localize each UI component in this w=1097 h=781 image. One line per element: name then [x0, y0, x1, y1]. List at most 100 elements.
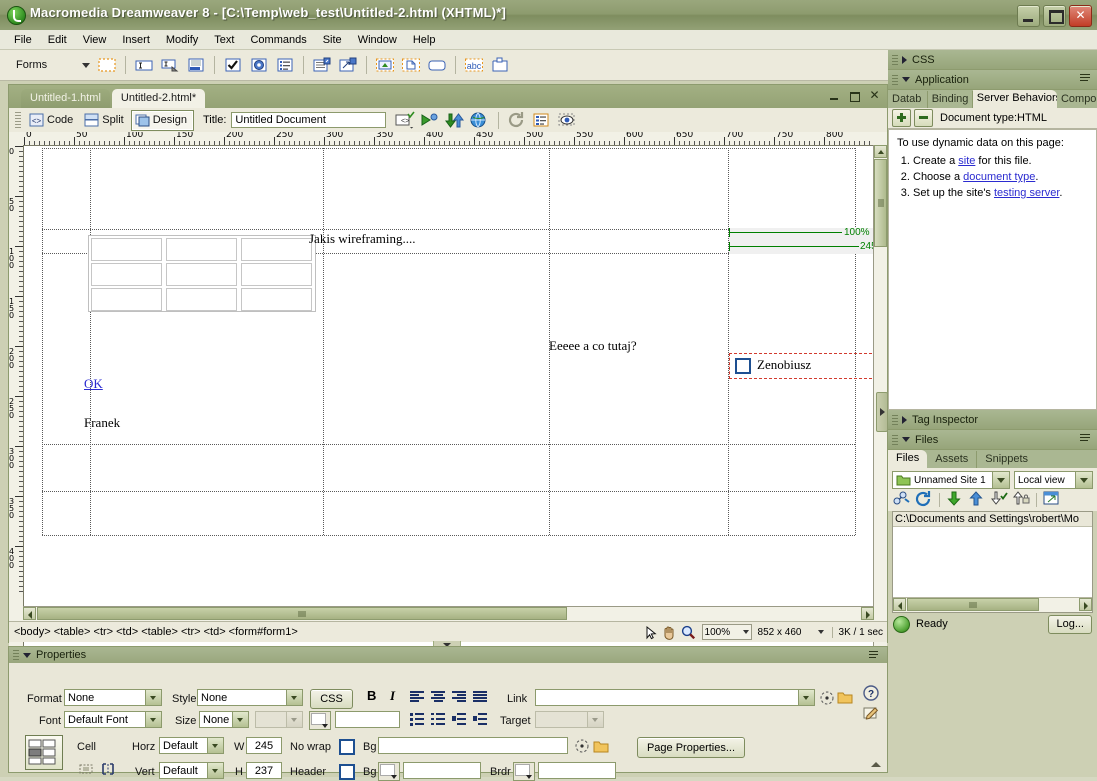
- select-arrow-icon[interactable]: [641, 624, 660, 641]
- scroll-right-button[interactable]: [861, 607, 874, 620]
- tab-bindings[interactable]: Binding: [928, 91, 973, 108]
- ruler-corner[interactable]: [9, 132, 24, 146]
- triangle-down-icon[interactable]: [23, 652, 31, 658]
- window-size-selector[interactable]: 852 x 460: [756, 624, 826, 640]
- quick-tag-editor-icon[interactable]: [863, 705, 879, 724]
- zoom-selector[interactable]: 100%: [701, 624, 752, 640]
- refresh-icon[interactable]: [507, 111, 528, 130]
- menu-commands[interactable]: Commands: [242, 32, 314, 48]
- horizontal-ruler[interactable]: 0 50 100 150 200 250 300 350 400 450 500 550 600 650 7…: [23, 132, 887, 146]
- tab-components[interactable]: Compo: [1057, 91, 1097, 108]
- fieldset-icon[interactable]: [489, 55, 511, 75]
- panel-grip[interactable]: [892, 74, 898, 85]
- panel-grip[interactable]: [892, 414, 898, 425]
- panel-menu-icon[interactable]: [1080, 434, 1092, 444]
- insert-category-selector[interactable]: Forms: [16, 59, 94, 71]
- document-tab-untitled-2[interactable]: Untitled-2.html*: [111, 89, 206, 109]
- browse-folder-icon[interactable]: [593, 739, 609, 756]
- split-view-button[interactable]: Split: [80, 110, 130, 131]
- table-cell[interactable]: [166, 263, 237, 286]
- format-combo[interactable]: None: [64, 689, 162, 706]
- document-close-icon[interactable]: ✕: [868, 89, 881, 102]
- close-icon[interactable]: ✕: [1069, 5, 1092, 27]
- text-color-swatch[interactable]: [309, 711, 331, 730]
- style-combo[interactable]: None: [197, 689, 303, 706]
- page-properties-button[interactable]: Page Properties...: [637, 737, 745, 758]
- file-management-icon[interactable]: <>: [394, 111, 416, 130]
- wireframing-text[interactable]: Jakis wireframing....: [309, 231, 416, 247]
- italic-button[interactable]: I: [390, 688, 395, 704]
- tab-files[interactable]: Files: [888, 450, 928, 468]
- align-left-icon[interactable]: [410, 691, 424, 703]
- view-selector[interactable]: Local view: [1014, 471, 1093, 489]
- cell-width-field[interactable]: 245: [246, 737, 282, 754]
- image-field-nav-icon[interactable]: [337, 55, 359, 75]
- outdent-icon[interactable]: [452, 713, 466, 725]
- plus-button-icon[interactable]: [892, 109, 911, 127]
- text-color-field[interactable]: [335, 711, 400, 728]
- globe-icon[interactable]: [469, 111, 490, 130]
- connect-to-remote-host-icon[interactable]: [892, 490, 912, 510]
- eeeee-text[interactable]: Eeeee a co tutaj?: [549, 338, 637, 354]
- panel-grip[interactable]: [892, 434, 898, 445]
- application-panel-header[interactable]: Application: [888, 70, 1097, 90]
- table-cell[interactable]: [166, 288, 237, 311]
- design-view-button[interactable]: Design: [130, 109, 194, 131]
- minus-button-icon[interactable]: [914, 109, 933, 127]
- scroll-right-button[interactable]: [1079, 598, 1092, 611]
- bg-image-field[interactable]: [378, 737, 568, 754]
- label-icon[interactable]: abc: [463, 55, 485, 75]
- preview-in-browser-icon[interactable]: [419, 111, 440, 130]
- table-cell[interactable]: [91, 263, 162, 286]
- menu-edit[interactable]: Edit: [40, 32, 75, 48]
- ordered-list-icon[interactable]: [431, 713, 445, 725]
- vertical-scroll-thumb[interactable]: [874, 159, 887, 247]
- menu-site[interactable]: Site: [315, 32, 350, 48]
- vertical-ruler[interactable]: 0 50 100 150 200 250 300 350 400: [9, 145, 24, 693]
- bold-button[interactable]: B: [367, 688, 376, 703]
- scroll-left-button[interactable]: [893, 598, 906, 611]
- tab-databases[interactable]: Datab: [888, 91, 928, 108]
- css-panel-header[interactable]: CSS: [888, 50, 1097, 70]
- table-cell[interactable]: [241, 263, 312, 286]
- point-to-file-icon[interactable]: [574, 738, 590, 757]
- header-checkbox[interactable]: [339, 764, 355, 780]
- tab-server-behaviors[interactable]: Server Behaviors: [972, 90, 1057, 108]
- text-field-icon[interactable]: [133, 55, 155, 75]
- table-mode-icon[interactable]: [25, 735, 63, 770]
- menu-modify[interactable]: Modify: [158, 32, 206, 48]
- code-view-button[interactable]: <> Code: [25, 110, 80, 131]
- tag-selector[interactable]: <body> <table> <tr> <td> <table> <tr> <t…: [14, 626, 298, 638]
- franek-text[interactable]: Franek: [84, 415, 120, 431]
- check-in-icon[interactable]: [1011, 490, 1031, 510]
- panel-menu-icon[interactable]: [1080, 74, 1092, 84]
- css-toggle-button[interactable]: CSS: [310, 689, 353, 709]
- point-to-file-icon[interactable]: [819, 690, 835, 709]
- help-icon[interactable]: ?: [863, 685, 879, 704]
- bg-color-field[interactable]: [403, 762, 481, 779]
- target-combo[interactable]: [535, 711, 604, 728]
- hidden-field-icon[interactable]: [185, 55, 207, 75]
- table-cell[interactable]: [241, 288, 312, 311]
- get-put-files-icon[interactable]: [444, 111, 465, 130]
- file-field-icon[interactable]: [400, 55, 422, 75]
- files-horizontal-scrollbar[interactable]: [893, 597, 1092, 612]
- files-panel-header[interactable]: Files: [888, 430, 1097, 450]
- align-right-icon[interactable]: [452, 691, 466, 703]
- toolbar-grip[interactable]: [15, 112, 21, 128]
- scroll-left-button[interactable]: [23, 607, 36, 620]
- files-path-row[interactable]: C:\Documents and Settings\robert\Mo: [893, 512, 1092, 527]
- link-combo[interactable]: [535, 689, 815, 706]
- panel-collapse-handle[interactable]: [876, 392, 888, 432]
- document-tab-untitled-1[interactable]: Untitled-1.html: [21, 89, 110, 108]
- nowrap-checkbox[interactable]: [339, 739, 355, 755]
- properties-panel-header[interactable]: Properties: [9, 647, 887, 663]
- triangle-right-icon[interactable]: [902, 55, 907, 64]
- list-menu-icon[interactable]: [274, 55, 296, 75]
- horz-combo[interactable]: Default: [159, 737, 224, 754]
- files-scroll-thumb[interactable]: [907, 598, 1039, 611]
- table-cell[interactable]: [91, 288, 162, 311]
- panel-grip[interactable]: [892, 54, 898, 65]
- document-minimize-icon[interactable]: [828, 89, 841, 102]
- browse-folder-icon[interactable]: [837, 690, 853, 707]
